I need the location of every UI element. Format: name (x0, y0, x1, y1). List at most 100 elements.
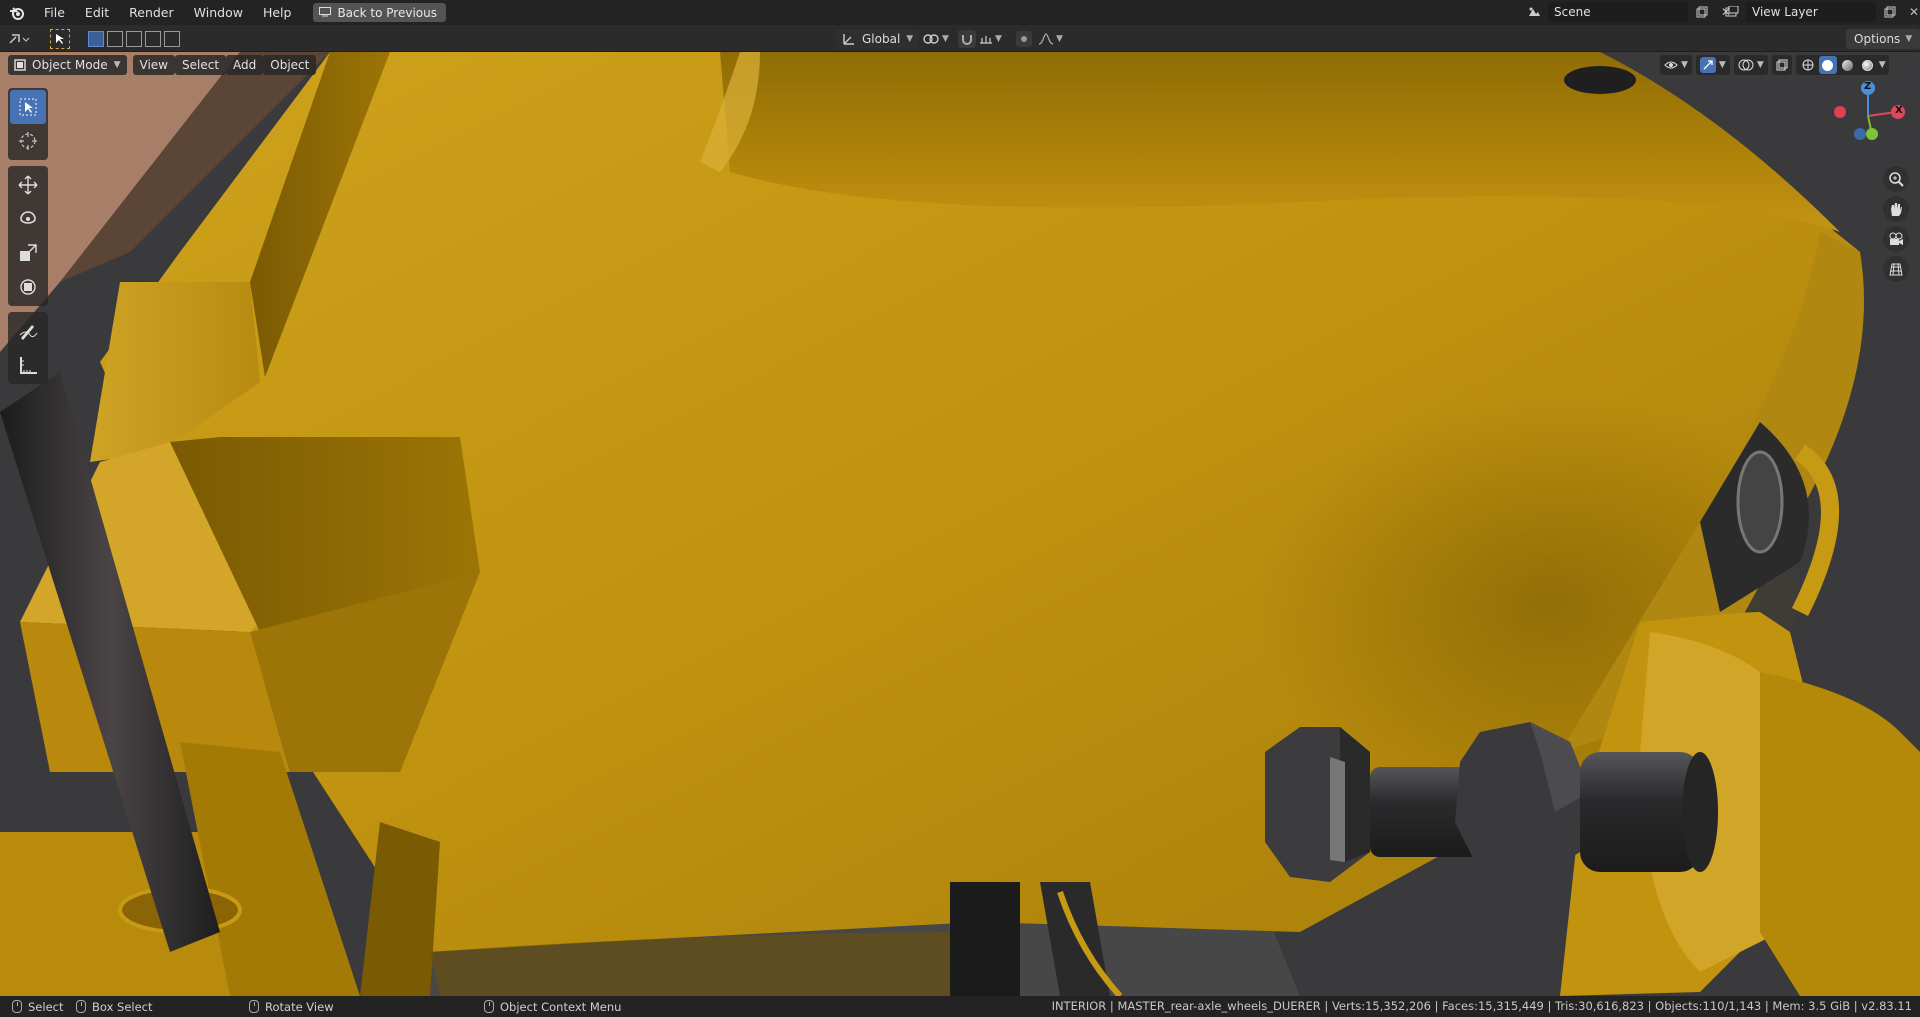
blender-logo-icon[interactable] (0, 0, 34, 25)
orientation-gizmo[interactable]: Z X (1820, 76, 1910, 156)
rotate-tool-icon[interactable] (10, 202, 46, 236)
material-shading-icon[interactable] (1839, 56, 1857, 74)
pan-view-hand-icon[interactable] (1883, 196, 1909, 222)
status-context-menu-label: Object Context Menu (500, 999, 622, 1014)
viewport-menu-add[interactable]: Add (226, 55, 264, 75)
menu-file[interactable]: File (34, 0, 75, 25)
transform-orientation-dropdown[interactable]: Global ▼ (836, 29, 920, 49)
tool-shelf (8, 88, 48, 390)
scene-statistics: INTERIOR | MASTER_rear-axle_wheels_DUERE… (1051, 999, 1912, 1013)
chevron-down-icon: ▼ (1905, 34, 1913, 44)
viewport-display-controls: ▼ ▼ ▼ ▼ (1660, 55, 1889, 75)
magnet-icon[interactable] (958, 30, 976, 48)
chevron-down-icon[interactable]: ▼ (1879, 60, 1886, 70)
xray-toggle-icon[interactable] (1771, 55, 1792, 75)
eye-icon (1664, 61, 1678, 69)
object-mode-icon (14, 59, 26, 71)
back-to-previous-label: Back to Previous (337, 5, 437, 20)
select-new-icon[interactable] (88, 31, 104, 47)
solid-shading-icon[interactable] (1818, 56, 1837, 74)
view-layer-name: View Layer (1752, 5, 1818, 19)
scale-tool-icon[interactable] (10, 236, 46, 270)
gizmo-dropdown[interactable]: ▼ (1695, 55, 1730, 75)
viewport-header: Object Mode ▼ View Select Add Object (8, 55, 317, 75)
falloff-dropdown[interactable]: ▼ (1038, 33, 1063, 45)
chevron-down-icon: ▼ (906, 34, 914, 44)
right-mouse-icon (484, 1000, 494, 1013)
view-layer-icon[interactable] (1722, 2, 1742, 22)
chevron-down-icon: ▼ (113, 60, 121, 70)
visibility-dropdown[interactable]: ▼ (1660, 55, 1692, 75)
gizmo-z-label: Z (1864, 81, 1872, 92)
back-to-previous-button[interactable]: Back to Previous (313, 3, 446, 22)
status-box-select-hint: Box Select (76, 996, 153, 1017)
snapping-controls: ▼ (958, 29, 1002, 49)
wireframe-shading-icon[interactable] (1799, 56, 1817, 74)
status-rotate-hint: Rotate View (249, 996, 334, 1017)
proportional-editing-icon[interactable] (1016, 31, 1032, 47)
chevron-down-icon: ▼ (1056, 34, 1063, 44)
left-mouse-icon (12, 1000, 22, 1013)
falloff-curve-icon (1038, 33, 1054, 45)
move-tool-icon[interactable] (10, 168, 46, 202)
annotate-tool-icon[interactable] (10, 314, 46, 348)
orientation-axes-icon (843, 34, 854, 45)
object-mode-dropdown[interactable]: Object Mode ▼ (8, 55, 127, 75)
zoom-view-icon[interactable] (1883, 166, 1909, 192)
drag-mouse-icon (76, 1000, 86, 1013)
viewport-menu-object[interactable]: Object (263, 55, 317, 75)
viewport-menu-view[interactable]: View (132, 55, 175, 75)
editor-type-selector[interactable] (8, 29, 30, 49)
proportional-edit-controls: ▼ (1016, 29, 1063, 49)
new-scene-icon[interactable] (1692, 2, 1712, 22)
status-box-select-label: Box Select (92, 999, 153, 1014)
snap-target-dropdown[interactable]: ▼ (979, 33, 1002, 45)
select-tool-icon[interactable] (50, 29, 70, 49)
measure-tool-icon[interactable] (10, 348, 46, 382)
snap-increment-icon (980, 36, 992, 44)
chevron-down-icon: ▼ (995, 34, 1002, 44)
status-context-menu-hint: Object Context Menu (484, 996, 621, 1017)
object-mode-label: Object Mode (32, 58, 108, 72)
select-subtract-icon[interactable] (126, 31, 142, 47)
status-select-hint: Select (12, 996, 63, 1017)
menu-help[interactable]: Help (253, 0, 302, 25)
overlays-icon (1738, 59, 1754, 71)
delete-view-layer-icon[interactable]: ✕ (1904, 2, 1920, 22)
tool-header: Global ▼ ▼ ▼ ▼ Options ▼ (0, 25, 1920, 52)
pivot-icon (923, 34, 939, 44)
select-intersect-icon[interactable] (164, 31, 180, 47)
select-invert-icon[interactable] (145, 31, 161, 47)
overlays-dropdown[interactable]: ▼ (1733, 55, 1768, 75)
shading-modes: ▼ (1795, 55, 1889, 75)
camera-view-icon[interactable] (1883, 226, 1909, 252)
scene-name-field[interactable]: Scene (1548, 2, 1688, 22)
select-extend-icon[interactable] (107, 31, 123, 47)
perspective-toggle-icon[interactable] (1883, 256, 1909, 282)
orientation-value: Global (862, 32, 901, 46)
new-view-layer-icon[interactable] (1880, 2, 1900, 22)
options-label: Options (1854, 32, 1901, 46)
scene-selector: Scene ✕ (1524, 2, 1736, 22)
status-select-label: Select (28, 999, 64, 1014)
menu-render[interactable]: Render (119, 0, 184, 25)
middle-mouse-icon (249, 1000, 259, 1013)
view-layer-selector: View Layer ✕ (1722, 2, 1920, 22)
3d-viewport[interactable]: Object Mode ▼ View Select Add Object ▼ ▼… (0, 52, 1920, 996)
selection-mode-buttons (88, 29, 180, 49)
rendered-shading-icon[interactable] (1859, 56, 1877, 74)
scene-icon[interactable] (1524, 2, 1544, 22)
options-dropdown[interactable]: Options ▼ (1846, 29, 1920, 49)
pivot-point-dropdown[interactable]: ▼ (922, 29, 949, 49)
status-bar: Select Box Select Rotate View Object Con… (0, 996, 1920, 1017)
cursor-tool-icon[interactable] (10, 124, 46, 158)
scene-render (0, 52, 1920, 996)
transform-tool-icon[interactable] (10, 270, 46, 304)
status-rotate-label: Rotate View (265, 999, 334, 1014)
viewport-menu-select[interactable]: Select (175, 55, 227, 75)
chevron-down-icon: ▼ (942, 34, 949, 44)
menu-window[interactable]: Window (184, 0, 253, 25)
view-layer-field[interactable]: View Layer (1746, 2, 1876, 22)
menu-edit[interactable]: Edit (75, 0, 119, 25)
select-box-tool-icon[interactable] (10, 90, 46, 124)
